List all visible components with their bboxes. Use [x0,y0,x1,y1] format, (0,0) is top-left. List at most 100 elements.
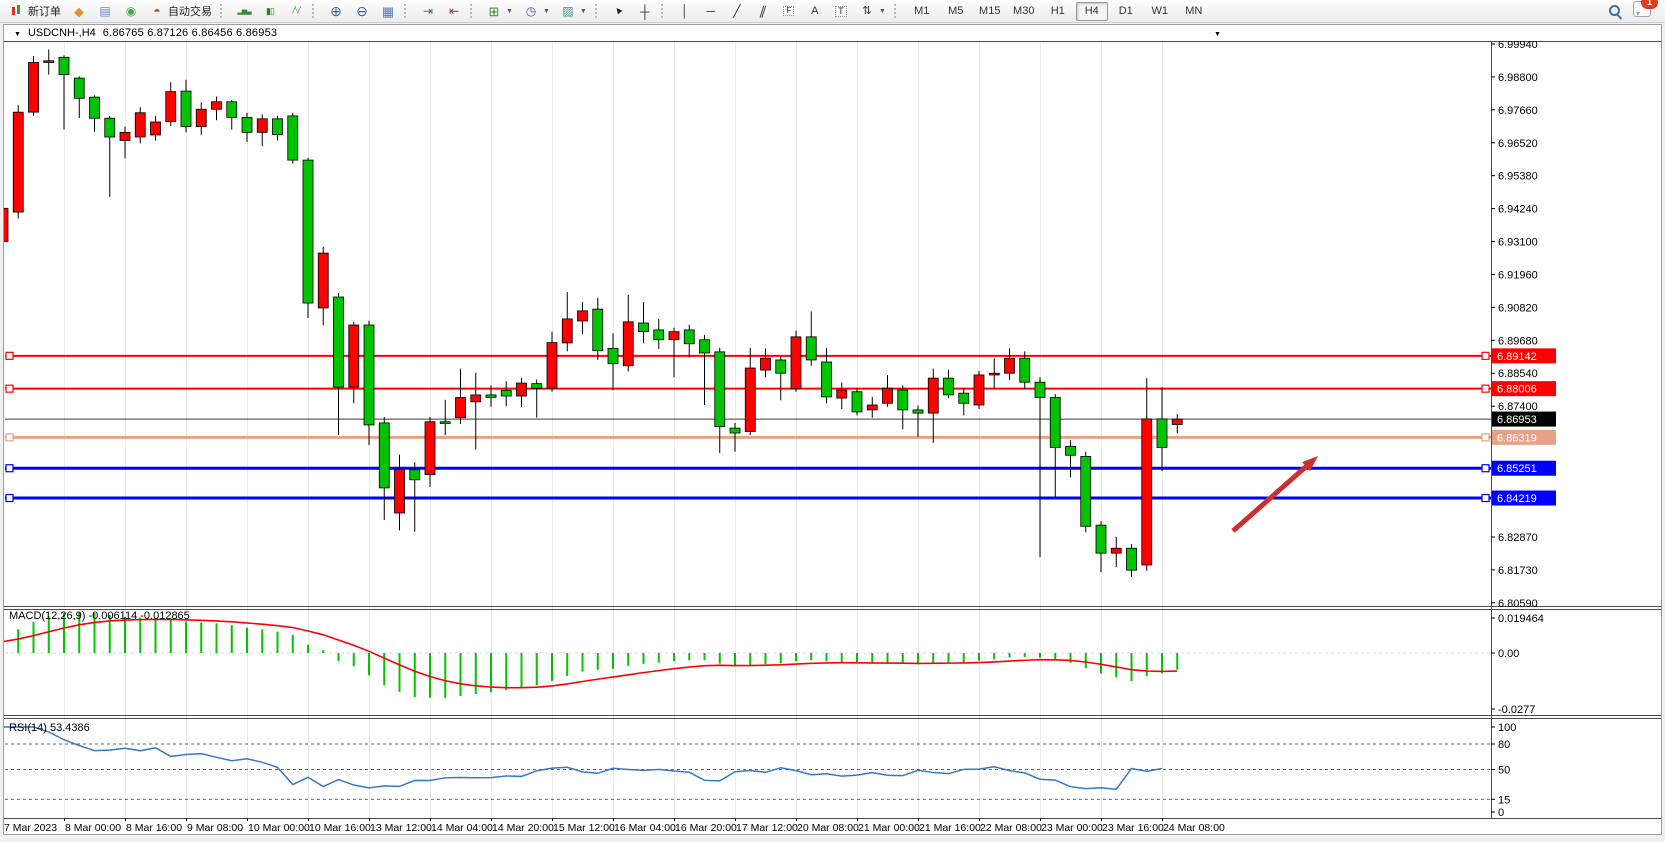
timeframe-m15[interactable]: M15 [974,2,1006,21]
timeframe-mn[interactable]: MN [1178,2,1210,21]
autotrade-icon [149,3,165,19]
line-handle[interactable] [6,495,13,502]
zoom-out-button[interactable] [350,1,374,21]
window-marker-icon[interactable] [1214,27,1221,39]
timeframe-w1[interactable]: W1 [1144,2,1176,21]
price-axis-label: 6.89680 [1498,335,1538,347]
candle [303,160,313,303]
bar-chart-icon [236,3,252,19]
line-handle[interactable] [6,434,13,441]
candle [1050,397,1060,447]
time-axis-label: 20 Mar 08:00 [797,822,859,834]
line-handle[interactable] [6,465,13,472]
text-button[interactable] [803,1,827,21]
chat-button[interactable]: 1 [1633,1,1651,22]
price-line-label-text: 6.86319 [1497,432,1537,444]
candle [1157,419,1167,448]
candle [227,102,237,118]
candle [608,348,618,363]
line-chart-icon [288,3,304,19]
line-handle[interactable] [6,385,13,392]
time-axis-label: 22 Mar 08:00 [980,822,1042,834]
periods-button[interactable]: ▼ [519,1,554,21]
price-line-label-text: 6.84219 [1497,493,1537,505]
price-axis-label: 6.91960 [1498,269,1538,281]
label-button[interactable] [829,1,853,21]
price-axis-label: 6.82870 [1498,532,1538,544]
templates-button[interactable]: ▼ [556,1,591,21]
shapes-button[interactable]: ▼ [855,1,890,21]
timeframe-m1[interactable]: M1 [906,2,938,21]
trendline-button[interactable] [725,1,749,21]
channel-button[interactable] [751,1,775,21]
candle [883,388,893,403]
collapse-triangle-icon[interactable] [14,27,21,39]
zoom-in-button[interactable] [324,1,348,21]
line-handle[interactable] [1482,352,1489,359]
candle [1020,358,1030,382]
candle [1127,548,1137,570]
candle [867,405,877,410]
signals-button[interactable] [119,1,143,21]
chart-symbol-period: USDCNH-,H4 [28,27,96,39]
candle [684,330,694,344]
timeframe-m30[interactable]: M30 [1008,2,1040,21]
time-axis-label: 13 Mar 12:00 [370,822,432,834]
timeframe-d1[interactable]: D1 [1110,2,1142,21]
candle [669,332,679,340]
chevron-down-icon[interactable]: ▼ [580,8,587,15]
bar-chart-button[interactable] [232,1,256,21]
rsi-line [4,727,1162,789]
timeframe-h1[interactable]: H1 [1042,2,1074,21]
candle [928,378,938,413]
rsi-axis-label: 80 [1498,739,1510,751]
candle [196,109,206,126]
zoom-out-icon [354,3,370,19]
new-order-button[interactable]: 新订单 [5,1,65,21]
line-chart-button[interactable] [284,1,308,21]
profile-icon [97,3,113,19]
vertical-line-button[interactable] [673,1,697,21]
candle [517,383,527,396]
line-handle[interactable] [1482,385,1489,392]
line-handle[interactable] [1482,495,1489,502]
tile-windows-button[interactable] [376,1,400,21]
line-handle[interactable] [1482,465,1489,472]
crosshair-button[interactable] [633,1,657,21]
candle [242,117,252,132]
candle [288,116,298,160]
candle [1096,525,1106,553]
chevron-down-icon[interactable]: ▼ [543,8,550,15]
vertical-line-icon [677,3,693,19]
line-handle[interactable] [6,352,13,359]
profile-button[interactable] [93,1,117,21]
seal-button[interactable] [67,1,91,21]
candlestick-button[interactable] [258,1,282,21]
toolbar: 新订单 自动交易 ▼ ▼ ▼ ▼ M1M5M15M30H1H4D1W1MN 1 [0,0,1665,23]
price-axis-label: 6.87400 [1498,401,1538,413]
timeframe-h4[interactable]: H4 [1076,2,1108,21]
fibonacci-button[interactable] [777,1,801,21]
candle [379,423,389,488]
chart-canvas[interactable]: 6.999406.988006.976606.965206.953806.942… [4,41,1661,834]
auto-trading-button[interactable]: 自动交易 [145,1,216,21]
price-axis-label: 6.99940 [1498,41,1538,51]
candle [822,362,832,397]
chevron-down-icon[interactable]: ▼ [506,8,513,15]
candles-icon [262,3,278,19]
label-icon [833,3,849,19]
current-price-label-text: 6.86953 [1497,414,1537,426]
add-indicator-icon [486,3,502,19]
timeframe-m5[interactable]: M5 [940,2,972,21]
cursor-button[interactable] [607,1,631,21]
line-handle[interactable] [1482,434,1489,441]
horizontal-line-button[interactable] [699,1,723,21]
auto-scroll-button[interactable] [416,1,440,21]
price-axis-label: 6.98800 [1498,72,1538,84]
chevron-down-icon[interactable]: ▼ [879,8,886,15]
candle [639,323,649,332]
search-icon[interactable] [1608,4,1623,19]
price-axis-label: 6.97660 [1498,105,1538,117]
chart-shift-button[interactable] [442,1,466,21]
indicators-button[interactable]: ▼ [482,1,517,21]
